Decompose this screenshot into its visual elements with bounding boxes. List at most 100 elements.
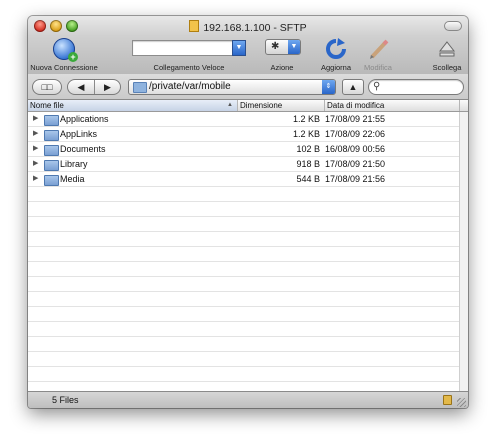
file-name: Media <box>60 174 85 184</box>
globe-icon: + <box>53 38 78 62</box>
file-size: 1.2 KB <box>292 114 320 124</box>
file-modified: 16/08/09 00:56 <box>325 144 386 154</box>
empty-row <box>28 277 468 292</box>
table-row[interactable]: ▶ Media 544 B 17/08/09 21:56 <box>28 172 468 187</box>
file-count: 5 Files <box>52 395 79 405</box>
table-row[interactable]: ▶ Applications 1.2 KB 17/08/09 21:55 <box>28 112 468 127</box>
disclosure-triangle-icon[interactable]: ▶ <box>33 127 38 141</box>
document-icon <box>189 20 200 32</box>
window-title: 192.168.1.100 - SFTP <box>28 20 468 34</box>
refresh-label: Aggiorna <box>320 63 352 72</box>
empty-row <box>28 382 468 391</box>
parent-directory-button[interactable]: ▲ <box>342 79 364 95</box>
path-popup[interactable]: /private/var/mobile ⇕ <box>128 79 336 95</box>
column-name-label: Nome file <box>30 101 64 110</box>
search-field[interactable]: ⚲ <box>368 79 464 95</box>
column-size-label: Dimensione <box>240 101 283 110</box>
empty-row <box>28 247 468 262</box>
bookmarks-button[interactable]: □□ <box>32 79 62 95</box>
history-nav: ◀ ▶ <box>67 79 121 95</box>
sftp-window: 192.168.1.100 - SFTP + Nuova Connessione… <box>28 16 468 408</box>
search-icon: ⚲ <box>373 81 381 92</box>
file-size: 918 B <box>296 159 320 169</box>
disclosure-triangle-icon[interactable]: ▶ <box>33 172 38 186</box>
toolbar-toggle-button[interactable] <box>444 21 462 31</box>
gear-icon: ✱ <box>271 41 280 52</box>
column-modified[interactable]: Data di modifica <box>325 100 460 111</box>
pencil-icon <box>370 39 389 59</box>
disconnect-label: Scollega <box>432 63 462 72</box>
folder-icon <box>44 130 59 141</box>
empty-row <box>28 187 468 202</box>
quick-connect-label: Collegamento Veloce <box>153 63 225 72</box>
file-name: Library <box>60 159 88 169</box>
toolbar: + Nuova Connessione ▼ Collegamento Veloc… <box>28 36 468 74</box>
window-title-text: 192.168.1.100 - SFTP <box>203 22 307 34</box>
folder-icon <box>133 82 147 93</box>
table-row[interactable]: ▶ AppLinks 1.2 KB 17/08/09 22:06 <box>28 127 468 142</box>
folder-icon <box>44 145 59 156</box>
file-name: Applications <box>60 114 109 124</box>
empty-row <box>28 262 468 277</box>
vertical-scrollbar[interactable] <box>459 112 468 391</box>
file-name: AppLinks <box>60 129 98 139</box>
file-size: 102 B <box>296 144 320 154</box>
action-button[interactable]: ✱ ▼ <box>265 39 301 55</box>
empty-row <box>28 337 468 352</box>
table-row[interactable]: ▶ Documents 102 B 16/08/09 00:56 <box>28 142 468 157</box>
empty-row <box>28 307 468 322</box>
disclosure-triangle-icon[interactable]: ▶ <box>33 142 38 156</box>
quick-connect-dropdown-icon[interactable]: ▼ <box>232 40 246 56</box>
forward-button[interactable]: ▶ <box>95 80 120 94</box>
path-popup-arrow-icon: ⇕ <box>322 80 335 94</box>
chevron-down-icon: ▼ <box>288 40 300 54</box>
path-bar: □□ ◀ ▶ /private/var/mobile ⇕ ▲ ⚲ <box>28 74 468 100</box>
column-name[interactable]: Nome file ▲ <box>28 100 238 111</box>
empty-row <box>28 367 468 382</box>
column-size[interactable]: Dimensione <box>238 100 325 111</box>
empty-row <box>28 232 468 247</box>
file-name: Documents <box>60 144 106 154</box>
action-label: Azione <box>270 63 294 72</box>
empty-row <box>28 202 468 217</box>
quick-connect-field[interactable]: ▼ <box>132 40 246 56</box>
eject-icon <box>438 41 456 57</box>
empty-row <box>28 292 468 307</box>
quick-connect-group: ▼ Collegamento Veloce <box>132 38 246 72</box>
title-bar[interactable]: 192.168.1.100 - SFTP <box>28 16 468 36</box>
edit-button[interactable]: Modifica <box>358 38 398 72</box>
table-row[interactable]: ▶ Library 918 B 17/08/09 21:50 <box>28 157 468 172</box>
disconnect-button[interactable]: Scollega <box>426 38 468 72</box>
sort-ascending-icon: ▲ <box>227 102 233 108</box>
list-header: Nome file ▲ Dimensione Data di modifica <box>28 100 468 112</box>
empty-row <box>28 217 468 232</box>
resize-grip[interactable] <box>457 398 466 407</box>
path-text: /private/var/mobile <box>149 81 231 92</box>
empty-row <box>28 322 468 337</box>
status-bar: 5 Files <box>28 391 468 408</box>
refresh-icon <box>326 38 346 59</box>
lock-icon <box>443 395 452 405</box>
book-icon: □□ <box>41 82 53 92</box>
file-modified: 17/08/09 21:56 <box>325 174 386 184</box>
new-connection-label: Nuova Connessione <box>30 63 98 72</box>
back-button[interactable]: ◀ <box>68 80 94 94</box>
file-modified: 17/08/09 21:55 <box>325 114 386 124</box>
file-size: 1.2 KB <box>292 129 320 139</box>
file-modified: 17/08/09 22:06 <box>325 129 386 139</box>
empty-row <box>28 352 468 367</box>
file-modified: 17/08/09 21:50 <box>325 159 386 169</box>
new-connection-button[interactable]: + Nuova Connessione <box>28 38 100 72</box>
folder-icon <box>44 160 59 171</box>
disclosure-triangle-icon[interactable]: ▶ <box>33 157 38 171</box>
folder-icon <box>44 115 59 126</box>
disclosure-triangle-icon[interactable]: ▶ <box>33 112 38 126</box>
file-list: Nome file ▲ Dimensione Data di modifica … <box>28 100 468 391</box>
folder-icon <box>44 175 59 186</box>
refresh-button[interactable]: Aggiorna <box>316 38 356 72</box>
up-arrow-icon: ▲ <box>348 82 358 92</box>
column-modified-label: Data di modifica <box>327 101 385 110</box>
rows: ▶ Applications 1.2 KB 17/08/09 21:55 ▶ A… <box>28 112 468 391</box>
action-menu[interactable]: ✱ ▼ Azione <box>264 38 301 72</box>
plus-icon: + <box>68 52 78 62</box>
